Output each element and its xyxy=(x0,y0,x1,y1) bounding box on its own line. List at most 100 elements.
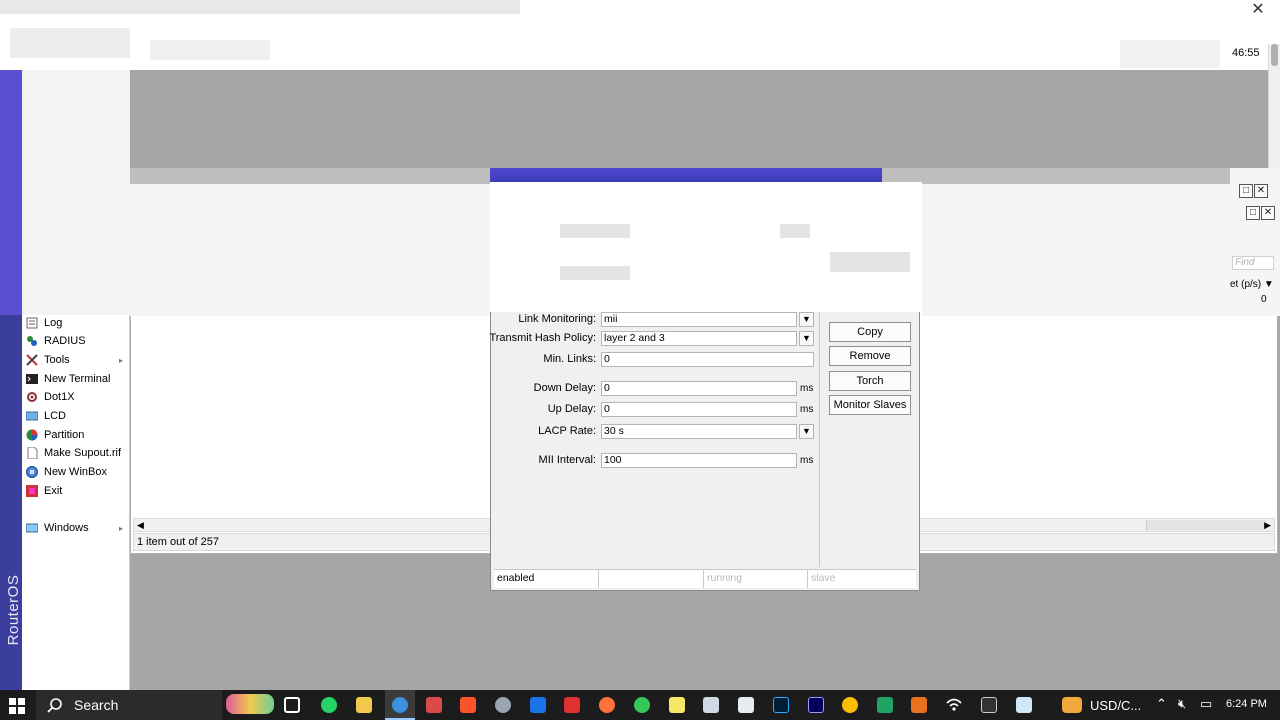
firefox-icon[interactable] xyxy=(599,697,615,713)
windows-start-icon[interactable] xyxy=(9,698,25,714)
app-icon[interactable] xyxy=(911,697,927,713)
file-explorer-icon[interactable] xyxy=(356,697,372,713)
menu-item-label: New Terminal xyxy=(44,373,111,385)
after-effects-icon[interactable] xyxy=(808,697,824,713)
menu-item-tools[interactable]: Tools ▸ xyxy=(22,351,130,369)
unit-label: ms xyxy=(800,383,814,394)
field-down-delay: Down Delay: 0 ms xyxy=(494,381,820,397)
terminal-icon[interactable] xyxy=(981,697,997,713)
menu-item-make-supout[interactable]: Make Supout.rif xyxy=(22,444,130,462)
taskbar-clock[interactable]: 6:24 PM xyxy=(1226,698,1267,710)
app-icon[interactable] xyxy=(703,697,719,713)
taskbar-search[interactable]: Search xyxy=(36,690,222,720)
menu-item-exit[interactable]: Exit xyxy=(22,482,130,500)
up-delay-input[interactable]: 0 xyxy=(601,402,797,417)
dropdown-arrow-icon[interactable]: ▼ xyxy=(799,331,814,346)
scroll-right-icon[interactable]: ▶ xyxy=(1264,520,1271,531)
chrome-icon[interactable] xyxy=(842,697,858,713)
mii-interval-input[interactable]: 100 xyxy=(601,453,797,468)
maximize-icon[interactable]: □ xyxy=(1246,206,1260,220)
menu-item-label: Dot1X xyxy=(44,391,75,403)
blurred-area xyxy=(560,224,630,238)
exit-icon xyxy=(25,484,39,498)
menu-item-lcd[interactable]: LCD xyxy=(22,407,130,425)
dialog-title-bar[interactable] xyxy=(490,168,882,182)
window-controls: □ ✕ xyxy=(1246,206,1278,222)
brave-icon[interactable] xyxy=(460,697,476,713)
unit-label: ms xyxy=(800,455,814,466)
app-icon[interactable] xyxy=(877,697,893,713)
task-view-icon[interactable] xyxy=(284,697,300,713)
status-enabled: enabled xyxy=(494,570,599,588)
network-icon[interactable]: ▭ xyxy=(1200,696,1212,712)
snipping-icon[interactable] xyxy=(738,697,754,713)
speaker-muted-icon[interactable]: 🔇︎ xyxy=(1178,696,1186,712)
wifi-icon[interactable] xyxy=(946,697,962,713)
menu-item-label: RADIUS xyxy=(44,335,86,347)
close-icon[interactable]: ✕ xyxy=(1250,1,1266,19)
chevron-up-icon[interactable]: ⌃ xyxy=(1156,696,1167,712)
scrollbar-thumb[interactable] xyxy=(1146,520,1266,530)
scrollbar-thumb[interactable] xyxy=(1271,44,1278,66)
supout-icon xyxy=(25,446,39,460)
scroll-left-icon[interactable]: ◀ xyxy=(137,520,144,531)
blurred-area xyxy=(560,266,630,280)
menu-item-partition[interactable]: Partition xyxy=(22,426,130,444)
stocks-icon[interactable] xyxy=(1062,697,1082,713)
link-monitoring-select[interactable]: mii xyxy=(601,312,797,327)
chat-icon[interactable] xyxy=(634,697,650,713)
main-menu: Log RADIUS Tools ▸ New Terminal Dot1X LC… xyxy=(22,70,130,690)
find-input[interactable]: Find xyxy=(1232,256,1274,270)
blurred-area xyxy=(780,224,810,238)
sort-down-icon[interactable]: ▼ xyxy=(1264,279,1274,290)
search-highlight-icon[interactable] xyxy=(226,694,274,714)
dropdown-arrow-icon[interactable]: ▼ xyxy=(799,312,814,327)
menu-item-dot1x[interactable]: Dot1X xyxy=(22,388,130,406)
edge-icon[interactable] xyxy=(392,697,408,713)
menu-item-radius[interactable]: RADIUS xyxy=(22,332,130,350)
menu-item-new-winbox[interactable]: New WinBox xyxy=(22,463,130,481)
transmit-hash-policy-select[interactable]: layer 2 and 3 xyxy=(601,331,797,346)
blurred-area xyxy=(1120,40,1220,68)
whatsapp-icon[interactable] xyxy=(321,697,337,713)
app-icon[interactable] xyxy=(426,697,442,713)
app-icon[interactable] xyxy=(495,697,511,713)
menu-item-label: Log xyxy=(44,317,63,329)
media-icon[interactable] xyxy=(564,697,580,713)
torch-button[interactable]: Torch xyxy=(829,371,911,391)
blurred-area xyxy=(150,40,270,60)
menu-item-windows[interactable]: Windows ▸ xyxy=(22,519,130,537)
dialog-form: Link Monitoring: mii ▼ Transmit Hash Pol… xyxy=(489,312,820,567)
menu-item-label: Exit xyxy=(44,485,63,497)
field-mii-interval: MII Interval: 100 ms xyxy=(494,453,820,469)
app-icon[interactable] xyxy=(1016,697,1032,713)
down-delay-input[interactable]: 0 xyxy=(601,381,797,396)
log-icon xyxy=(25,316,39,330)
stocks-widget-text[interactable]: USD/C... xyxy=(1090,698,1141,713)
field-up-delay: Up Delay: 0 ms xyxy=(494,402,820,418)
min-links-input[interactable]: 0 xyxy=(601,352,814,367)
bonding-interface-dialog: Link Monitoring: mii ▼ Transmit Hash Pol… xyxy=(489,312,920,591)
field-label: Down Delay: xyxy=(533,382,596,394)
maximize-icon[interactable]: □ xyxy=(1239,184,1253,198)
submenu-arrow-icon: ▸ xyxy=(118,355,123,365)
close-icon[interactable]: ✕ xyxy=(1261,206,1275,220)
copy-button[interactable]: Copy xyxy=(829,322,911,342)
outlook-icon[interactable] xyxy=(530,697,546,713)
close-icon[interactable]: ✕ xyxy=(1254,184,1268,198)
tools-icon xyxy=(25,353,39,367)
lacp-rate-select[interactable]: 30 s xyxy=(601,424,797,439)
monitor-slaves-button[interactable]: Monitor Slaves xyxy=(829,395,911,415)
menu-item-new-terminal[interactable]: New Terminal xyxy=(22,370,130,388)
dropdown-arrow-icon[interactable]: ▼ xyxy=(799,424,814,439)
field-lacp-rate: LACP Rate: 30 s ▼ xyxy=(494,424,820,440)
blurred-dialog-area xyxy=(490,182,922,316)
menu-item-label: Make Supout.rif xyxy=(44,447,122,459)
photoshop-icon[interactable] xyxy=(773,697,789,713)
notes-icon[interactable] xyxy=(669,697,685,713)
blurred-menu-area xyxy=(22,70,130,315)
remove-button[interactable]: Remove xyxy=(829,346,911,366)
menu-item-log[interactable]: Log xyxy=(22,314,130,332)
terminal-icon xyxy=(25,372,39,386)
lcd-icon xyxy=(25,409,39,423)
